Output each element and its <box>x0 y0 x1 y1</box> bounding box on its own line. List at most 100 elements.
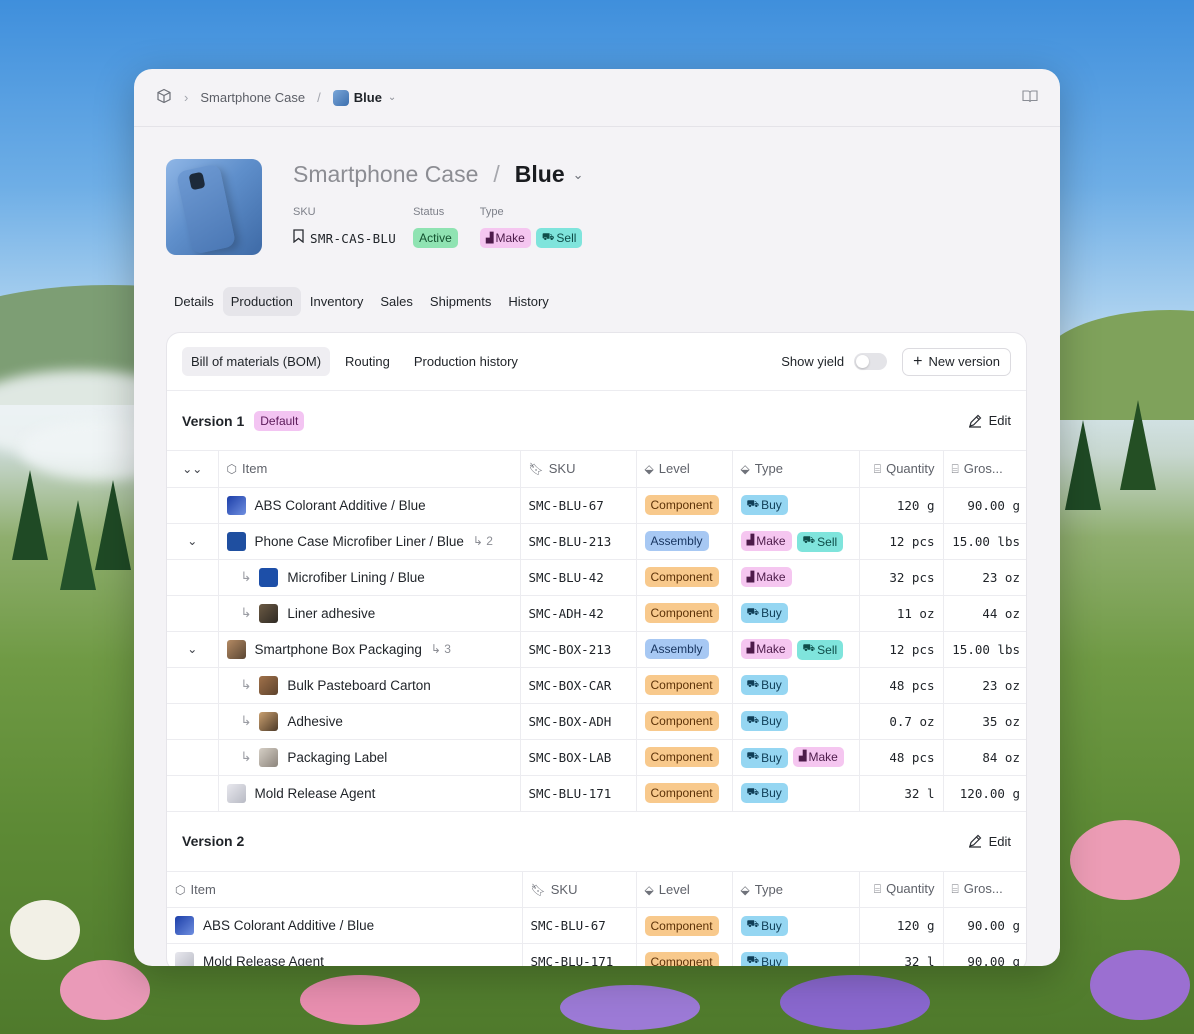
expand-row-chevron-icon[interactable]: ⌄ <box>167 631 219 668</box>
show-yield-label: Show yield <box>781 354 845 369</box>
item-name[interactable]: ABS Colorant Additive / Blue <box>255 498 426 513</box>
type-badge-sell: ⛟ Sell <box>796 639 844 660</box>
item-name[interactable]: Mold Release Agent <box>255 786 376 801</box>
table-row[interactable]: ⌄ Smartphone Box Packaging ↳ 3 SMC-BOX-213 A… <box>167 631 1026 668</box>
book-icon[interactable] <box>1022 89 1038 107</box>
level-cell: Component <box>636 943 733 966</box>
type-badge-buy: ⛟ Buy <box>740 711 788 732</box>
sku-label: SKU <box>293 206 316 218</box>
item-cell[interactable]: Phone Case Microfiber Liner / Blue ↳ 2 <box>218 523 521 560</box>
edit-button[interactable]: Edit <box>968 413 1011 428</box>
item-thumbnail <box>259 603 279 623</box>
column-header-gross[interactable]: ⌸ Gros... <box>943 871 1026 908</box>
product-image <box>166 159 262 255</box>
main-tabs: Details Production Inventory Sales Shipm… <box>166 287 1060 316</box>
title-parent[interactable]: Smartphone Case <box>293 161 478 188</box>
column-header-sku[interactable]: 🔖︎ SKU <box>520 451 637 488</box>
subtab-bom[interactable]: Bill of materials (BOM) <box>182 347 331 376</box>
item-cell[interactable]: ↳ Liner adhesive <box>218 595 521 632</box>
expand-row-chevron-icon[interactable]: ⌄ <box>167 523 219 560</box>
item-name[interactable]: Adhesive <box>287 714 343 729</box>
subtab-routing[interactable]: Routing <box>336 347 399 376</box>
item-name[interactable]: Mold Release Agent <box>203 954 324 966</box>
tab-production[interactable]: Production <box>222 287 301 316</box>
type-badge-sell: ⛟ Sell <box>796 531 844 552</box>
cart-icon: ⛟ <box>746 751 760 762</box>
column-header-sku[interactable]: 🔖︎ SKU <box>522 871 637 908</box>
item-cell[interactable]: ↳ Packaging Label <box>218 739 521 776</box>
item-name[interactable]: Packaging Label <box>287 750 387 765</box>
cart-icon: ⛟ <box>746 714 760 726</box>
table-row[interactable]: ↳ Liner adhesive SMC-ADH-42 Component ⛟ Buy 11… <box>167 595 1026 632</box>
item-name[interactable]: ABS Colorant Additive / Blue <box>203 918 374 933</box>
column-header-level[interactable]: ⬙ Level <box>636 451 733 488</box>
table-row[interactable]: ⌄ Phone Case Microfiber Liner / Blue ↳ 2 SM… <box>167 523 1026 560</box>
table-row[interactable]: ↳ Bulk Pasteboard Carton SMC-BOX-CAR Compon… <box>167 667 1026 704</box>
column-header-quantity[interactable]: ⌸ Quantity <box>859 451 944 488</box>
table-row[interactable]: ABS Colorant Additive / Blue SMC-BLU-67 Co… <box>167 487 1026 524</box>
item-name[interactable]: Phone Case Microfiber Liner / Blue <box>255 534 464 549</box>
row-spacer <box>167 703 219 740</box>
table-row[interactable]: ↳ Packaging Label SMC-BOX-LAB Component ⛟ Buy… <box>167 739 1026 776</box>
level-badge: Component <box>644 495 719 515</box>
cube-icon[interactable] <box>156 88 172 107</box>
table-row[interactable]: Mold Release Agent SMC-BLU-171 Component ⛟ B… <box>167 943 1026 966</box>
breadcrumb-parent[interactable]: Smartphone Case <box>200 90 305 105</box>
item-cell[interactable]: Smartphone Box Packaging ↳ 3 <box>218 631 521 668</box>
title-variant[interactable]: Blue <box>515 161 565 188</box>
quantity-cell: 0.7 oz <box>859 703 944 740</box>
item-cell[interactable]: Mold Release Agent <box>218 775 521 812</box>
item-name[interactable]: Bulk Pasteboard Carton <box>287 678 430 693</box>
show-yield-toggle[interactable] <box>854 353 888 370</box>
column-header-type[interactable]: ⬙ Type <box>732 871 860 908</box>
column-header-level[interactable]: ⬙ Level <box>636 871 733 908</box>
column-header-item[interactable]: ⬡ Item <box>218 451 521 488</box>
table-row[interactable]: ABS Colorant Additive / Blue SMC-BLU-67 Co… <box>167 907 1026 944</box>
chevron-down-icon[interactable]: ⌄ <box>573 167 584 183</box>
item-cell[interactable]: ↳ Microfiber Lining / Blue <box>218 559 521 596</box>
new-version-button[interactable]: + New version <box>902 347 1011 376</box>
column-header-item[interactable]: ⬡ Item <box>167 871 523 908</box>
type-cell: ⛟ Buy <box>732 775 860 812</box>
item-cell[interactable]: ↳ Bulk Pasteboard Carton <box>218 667 521 704</box>
column-header-type[interactable]: ⬙ Type <box>732 451 860 488</box>
collapse-all-icon[interactable]: ⌄⌄ <box>167 451 219 488</box>
item-cell[interactable]: ABS Colorant Additive / Blue <box>167 907 523 944</box>
type-badge-buy: ⛟ Buy <box>740 951 788 966</box>
item-cell[interactable]: ↳ Adhesive <box>218 703 521 740</box>
type-cell: ⛟ Buy ▟ Make <box>732 739 860 776</box>
bookmark-icon <box>293 228 304 248</box>
tab-sales[interactable]: Sales <box>372 287 421 316</box>
table-row[interactable]: ↳ Adhesive SMC-BOX-ADH Component ⛟ Buy 0.7 oz 3… <box>167 703 1026 740</box>
item-name[interactable]: Liner adhesive <box>287 606 375 621</box>
row-spacer <box>167 667 219 704</box>
table-row[interactable]: ↳ Microfiber Lining / Blue SMC-BLU-42 Compo… <box>167 559 1026 596</box>
item-cell[interactable]: ABS Colorant Additive / Blue <box>218 487 521 524</box>
tab-history[interactable]: History <box>500 287 556 316</box>
tab-inventory[interactable]: Inventory <box>302 287 371 316</box>
tab-shipments[interactable]: Shipments <box>422 287 499 316</box>
item-name[interactable]: Microfiber Lining / Blue <box>287 570 424 585</box>
sku-value: SMR-CAS-BLU <box>310 230 397 246</box>
subtab-production-history[interactable]: Production history <box>405 347 527 376</box>
factory-icon: ▟ <box>746 643 755 654</box>
cylinder-icon: ⌸ <box>873 461 882 476</box>
edit-button[interactable]: Edit <box>968 834 1011 849</box>
bom-table-version-2: ⬡ Item 🔖︎ SKU ⬙ Level ⬙ Type ⌸ Quantity ⌸ Gros… <box>167 871 1026 966</box>
column-header-quantity[interactable]: ⌸ Quantity <box>859 871 944 908</box>
level-badge: Assembly <box>644 531 709 551</box>
breadcrumb-current[interactable]: Blue ⌄ <box>332 89 396 106</box>
table-row[interactable]: Mold Release Agent SMC-BLU-171 Component ⛟ B… <box>167 775 1026 812</box>
factory-icon: ▟ <box>746 535 755 546</box>
gross-cell: 90.00 g <box>943 487 1026 524</box>
tab-details[interactable]: Details <box>166 287 222 316</box>
column-header-gross[interactable]: ⌸ Gros... <box>943 451 1026 488</box>
level-cell: Component <box>636 703 733 740</box>
type-badge-buy: ⛟ Buy <box>740 675 788 696</box>
quantity-cell: 12 pcs <box>859 523 944 560</box>
item-cell[interactable]: Mold Release Agent <box>167 943 523 966</box>
item-name[interactable]: Smartphone Box Packaging <box>255 642 422 657</box>
cart-icon: ⛟ <box>746 919 760 931</box>
quantity-cell: 120 g <box>859 487 944 524</box>
type-badge-buy: ⛟ Buy <box>740 915 788 936</box>
